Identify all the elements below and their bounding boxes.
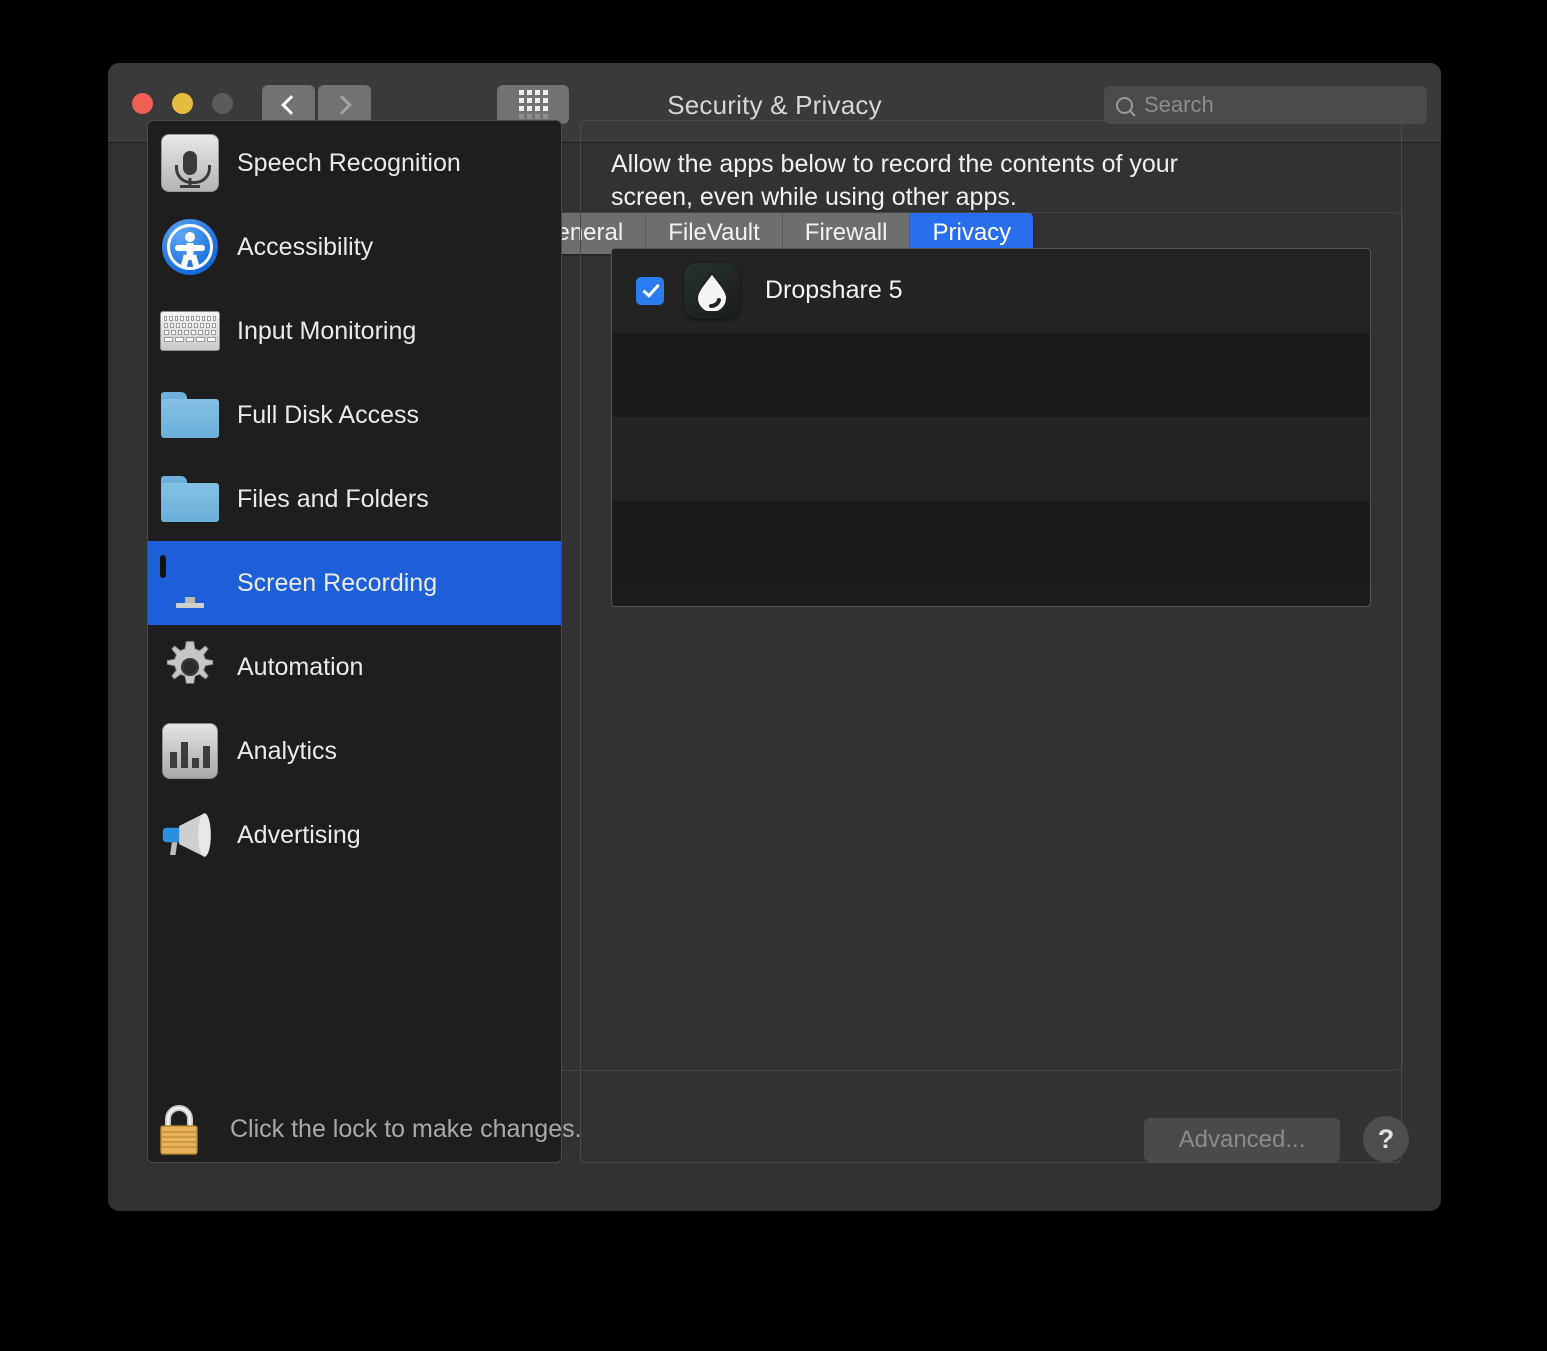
gear-icon: [159, 636, 221, 698]
lock-hint-text: Click the lock to make changes.: [230, 1114, 582, 1143]
accessibility-icon: [159, 216, 221, 278]
sidebar-item-advertising[interactable]: Advertising: [148, 793, 561, 877]
app-list-row-empty: [612, 332, 1370, 417]
sidebar-item-automation[interactable]: Automation: [148, 625, 561, 709]
sidebar-item-files-and-folders[interactable]: Files and Folders: [148, 457, 561, 541]
window-footer: Click the lock to make changes. Advanced…: [108, 1071, 1441, 1211]
sidebar-item-label: Analytics: [237, 736, 338, 765]
sidebar-item-label: Screen Recording: [237, 568, 438, 597]
sidebar-item-label: Automation: [237, 652, 364, 681]
lock-area: Click the lock to make changes.: [156, 1101, 582, 1157]
app-enable-checkbox[interactable]: [636, 276, 664, 305]
folder-icon: [159, 468, 221, 530]
sidebar-item-analytics[interactable]: Analytics: [148, 709, 561, 793]
folder-icon: [159, 384, 221, 446]
sidebar-item-input-monitoring[interactable]: Input Monitoring: [148, 289, 561, 373]
app-list-row-empty: [612, 500, 1370, 585]
system-preferences-window: Security & Privacy Search General FileVa…: [108, 63, 1441, 1211]
padlock-closed-icon[interactable]: [156, 1101, 202, 1157]
sidebar-item-label: Speech Recognition: [237, 148, 461, 177]
bar-chart-icon: [159, 720, 221, 782]
privacy-panel-content: Speech Recognition Accessibility Input M…: [147, 120, 1402, 1163]
sidebar-item-label: Files and Folders: [237, 484, 429, 513]
app-name-label: Dropshare 5: [765, 276, 903, 304]
keyboard-icon: [159, 300, 221, 362]
megaphone-icon: [159, 804, 221, 866]
sidebar-item-label: Accessibility: [237, 232, 374, 261]
sidebar-item-label: Input Monitoring: [237, 316, 417, 345]
monitor-icon: [159, 552, 221, 614]
help-button[interactable]: ?: [1363, 1116, 1409, 1162]
allowed-apps-list[interactable]: Dropshare 5: [611, 247, 1371, 607]
sidebar-item-speech-recognition[interactable]: Speech Recognition: [148, 121, 561, 205]
sidebar-item-accessibility[interactable]: Accessibility: [148, 205, 561, 289]
app-list-row-empty: [612, 416, 1370, 501]
microphone-icon: [159, 132, 221, 194]
pane-description: Allow the apps below to record the conte…: [611, 150, 1178, 212]
privacy-category-list: Speech Recognition Accessibility Input M…: [147, 120, 562, 1163]
search-field[interactable]: Search: [1104, 86, 1427, 124]
screen-recording-detail-pane: Allow the apps below to record the conte…: [580, 120, 1402, 1163]
advanced-button[interactable]: Advanced...: [1144, 1118, 1340, 1162]
sidebar-item-label: Full Disk Access: [237, 400, 419, 429]
sidebar-item-label: Advertising: [237, 820, 361, 849]
sidebar-item-full-disk-access[interactable]: Full Disk Access: [148, 373, 561, 457]
search-icon: [1116, 96, 1133, 114]
search-placeholder: Search: [1144, 92, 1214, 117]
sidebar-item-screen-recording[interactable]: Screen Recording: [148, 541, 561, 625]
dropshare-droplet-icon: [684, 262, 740, 319]
app-list-row[interactable]: Dropshare 5: [612, 248, 1370, 333]
checkmark-icon: [641, 279, 660, 298]
